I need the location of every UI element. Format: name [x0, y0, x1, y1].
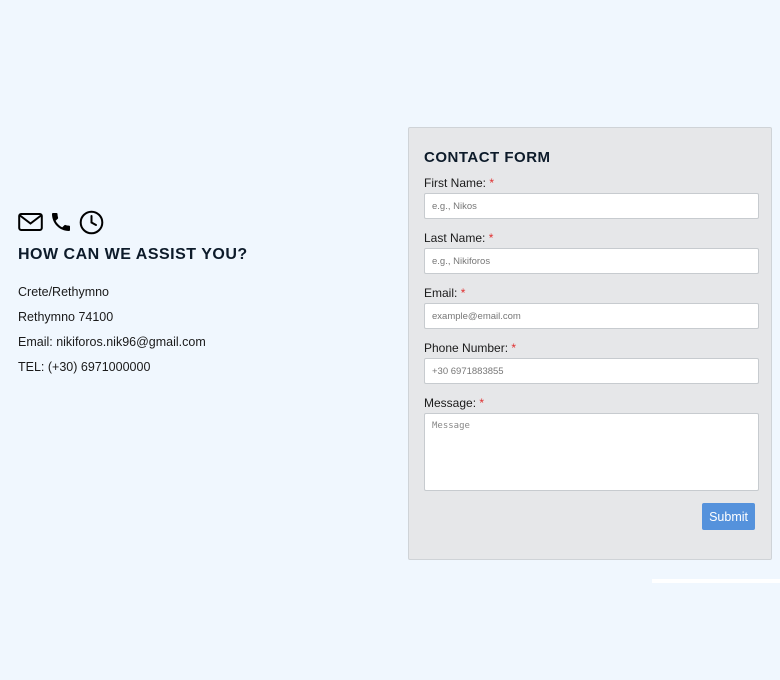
- assist-heading: HOW CAN WE ASSIST YOU?: [18, 246, 248, 263]
- required-mark: *: [460, 286, 466, 300]
- first-name-field: First Name: *: [424, 176, 759, 219]
- contact-page: HOW CAN WE ASSIST YOU? Crete/Rethymno Re…: [0, 0, 780, 680]
- phone-field: Phone Number: *: [424, 341, 759, 384]
- message-textarea[interactable]: [424, 413, 759, 491]
- email-label: Email: *: [424, 286, 466, 300]
- contact-email: Email: nikiforos.nik96@gmail.com: [18, 335, 206, 349]
- last-name-field: Last Name: *: [424, 231, 759, 274]
- first-name-label: First Name: *: [424, 176, 495, 190]
- contact-phone: TEL: (+30) 6971000000: [18, 360, 151, 374]
- address-city: Crete/Rethymno: [18, 285, 110, 299]
- decorative-divider: [652, 579, 780, 583]
- email-field: Email: *: [424, 286, 759, 329]
- address-postcode: Rethymno 74100: [18, 310, 114, 324]
- submit-row: Submit: [424, 503, 756, 530]
- clock-icon: [79, 210, 104, 235]
- last-name-label: Last Name: *: [424, 231, 494, 245]
- message-field: Message: *: [424, 396, 759, 491]
- required-mark: *: [488, 231, 494, 245]
- first-name-input[interactable]: [424, 193, 759, 219]
- phone-input[interactable]: [424, 358, 759, 384]
- contact-icons: [18, 208, 378, 236]
- required-mark: *: [511, 341, 517, 355]
- contact-form: CONTACT FORM First Name: * Last Name: * …: [408, 127, 772, 560]
- phone-label: Phone Number: *: [424, 341, 517, 355]
- required-mark: *: [479, 396, 485, 410]
- last-name-input[interactable]: [424, 248, 759, 274]
- envelope-icon: [18, 212, 43, 232]
- form-title: CONTACT FORM: [424, 149, 551, 166]
- message-label: Message: *: [424, 396, 485, 410]
- required-mark: *: [489, 176, 495, 190]
- email-input[interactable]: [424, 303, 759, 329]
- phone-icon: [49, 210, 73, 234]
- contact-info: HOW CAN WE ASSIST YOU? Crete/Rethymno Re…: [18, 208, 378, 380]
- submit-button[interactable]: Submit: [702, 503, 755, 530]
